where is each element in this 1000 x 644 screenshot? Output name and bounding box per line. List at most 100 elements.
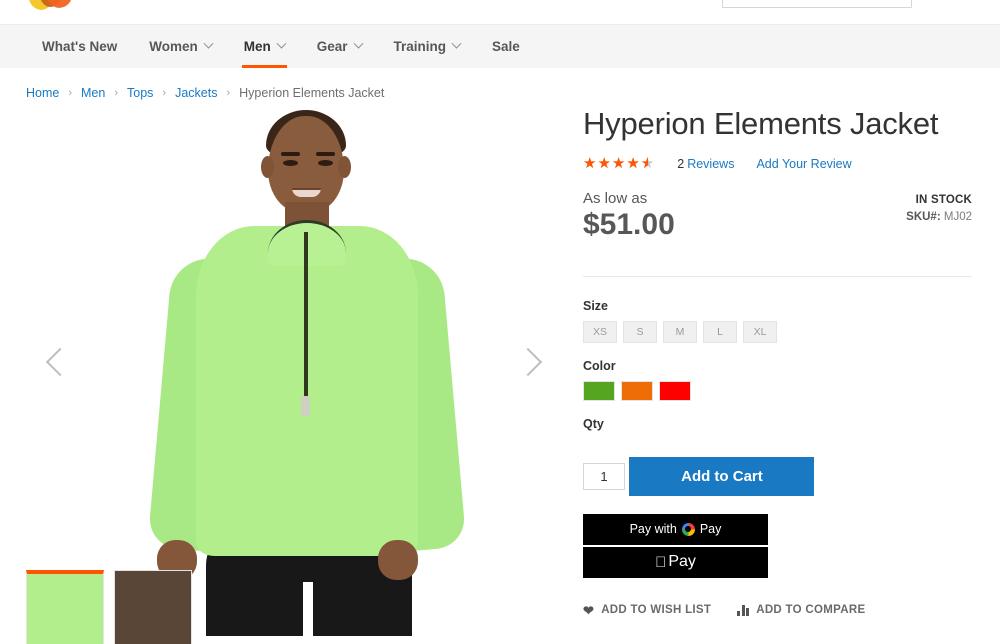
product-image bbox=[0, 108, 563, 636]
compare-label: ADD TO COMPARE bbox=[756, 604, 866, 617]
product-page: Hyperion Elements Jacket ★★★★★ ★★★★★ 2Re… bbox=[0, 102, 1000, 644]
wishlist-label: ADD TO WISH LIST bbox=[601, 604, 712, 617]
thumbnail-image bbox=[115, 571, 191, 644]
breadcrumb: Home › Men › Tops › Jackets › Hyperion E… bbox=[0, 68, 1000, 102]
size-option-xl[interactable]: XL bbox=[743, 320, 777, 343]
thumbnail-image bbox=[27, 574, 103, 644]
nav-label: Sale bbox=[492, 39, 520, 54]
search-input[interactable] bbox=[722, 0, 912, 8]
jacket-zipper-pull bbox=[301, 396, 310, 416]
main-navigation: What's New Women Men Gear Training Sale bbox=[0, 24, 1000, 68]
size-swatches: XS S M L XL bbox=[583, 320, 972, 343]
color-swatches bbox=[583, 380, 972, 401]
gallery-thumbnail-2[interactable] bbox=[114, 570, 192, 644]
sku-label: SKU#: bbox=[906, 210, 941, 223]
model-pants-gap bbox=[303, 582, 313, 636]
nav-item-men[interactable]: Men bbox=[228, 25, 301, 68]
status-badge: IN STOCK bbox=[915, 193, 972, 206]
size-option-l[interactable]: L bbox=[703, 320, 737, 343]
color-option-orange[interactable] bbox=[621, 380, 653, 401]
size-option-xs[interactable]: XS bbox=[583, 320, 617, 343]
chevron-down-icon bbox=[276, 38, 287, 49]
add-to-cart-button[interactable]: Add to Cart bbox=[629, 456, 815, 496]
gpay-suffix: Pay bbox=[699, 522, 722, 537]
model-mouth bbox=[292, 188, 321, 197]
gallery-thumbnail-1[interactable] bbox=[26, 570, 104, 644]
breadcrumb-separator: › bbox=[68, 87, 73, 99]
page-title: Hyperion Elements Jacket bbox=[583, 106, 939, 141]
color-option-red[interactable] bbox=[659, 380, 691, 401]
heart-icon: ❤ bbox=[583, 602, 595, 618]
apay-label: Pay bbox=[662, 553, 696, 571]
breadcrumb-item-current: Hyperion Elements Jacket bbox=[239, 86, 385, 100]
model-ear-left bbox=[261, 156, 274, 178]
google-pay-button[interactable]: Pay with Pay bbox=[583, 513, 768, 545]
size-label: Size bbox=[583, 298, 609, 313]
chevron-down-icon bbox=[451, 38, 462, 49]
luma-logo[interactable] bbox=[24, 0, 78, 14]
breadcrumb-item-home[interactable]: Home bbox=[26, 86, 59, 100]
site-header bbox=[0, 0, 1000, 24]
quantity-input[interactable] bbox=[583, 462, 625, 490]
color-label: Color bbox=[583, 358, 616, 373]
model-brow-left bbox=[281, 152, 300, 156]
chevron-right-icon bbox=[513, 347, 543, 377]
divider bbox=[583, 275, 972, 277]
breadcrumb-item-jackets[interactable]: Jackets bbox=[175, 86, 217, 100]
gallery-next-button[interactable] bbox=[508, 344, 548, 384]
model-eye-left bbox=[283, 160, 298, 166]
rating-summary: ★★★★★ ★★★★★ 2Reviews Add Your Review bbox=[583, 154, 972, 174]
add-to-wishlist-link[interactable]: ❤ ADD TO WISH LIST bbox=[583, 604, 711, 617]
chevron-down-icon bbox=[203, 38, 214, 49]
apple-pay-button[interactable]:  Pay bbox=[583, 546, 768, 578]
sku-value: MJ02 bbox=[943, 210, 972, 223]
star-rating[interactable]: ★★★★★ ★★★★★ bbox=[583, 156, 655, 171]
nav-item-whats-new[interactable]: What's New bbox=[26, 25, 133, 68]
nav-label: Men bbox=[243, 39, 271, 54]
qty-label: Qty bbox=[583, 416, 604, 431]
sku-row: SKU#: MJ02 bbox=[906, 211, 972, 223]
gpay-label: Pay with bbox=[629, 522, 677, 537]
model-hand-right bbox=[378, 540, 418, 580]
nav-label: Gear bbox=[316, 39, 348, 54]
nav-label: Training bbox=[393, 39, 447, 54]
model-eye-right bbox=[318, 160, 333, 166]
reviews-count: 2 bbox=[677, 156, 685, 171]
nav-label: What's New bbox=[42, 39, 118, 54]
model-brow-right bbox=[316, 152, 335, 156]
size-option-m[interactable]: M bbox=[663, 320, 697, 343]
reviews-label: Reviews bbox=[687, 156, 735, 171]
bar-chart-icon bbox=[737, 604, 750, 616]
add-review-link[interactable]: Add Your Review bbox=[756, 157, 851, 171]
nav-item-sale[interactable]: Sale bbox=[476, 25, 536, 68]
add-to-compare-link[interactable]: ADD TO COMPARE bbox=[737, 604, 865, 616]
nav-item-gear[interactable]: Gear bbox=[301, 25, 378, 68]
chevron-left-icon bbox=[45, 347, 75, 377]
google-logo-icon bbox=[681, 522, 695, 536]
nav-label: Women bbox=[149, 39, 198, 54]
star-rating-filled: ★★★★★ bbox=[583, 156, 648, 172]
product-gallery bbox=[0, 102, 563, 644]
product-info: Hyperion Elements Jacket ★★★★★ ★★★★★ 2Re… bbox=[563, 102, 1000, 642]
breadcrumb-item-tops[interactable]: Tops bbox=[127, 86, 153, 100]
breadcrumb-separator: › bbox=[226, 87, 231, 99]
nav-item-women[interactable]: Women bbox=[133, 25, 228, 68]
availability-block: IN STOCK SKU#: MJ02 bbox=[906, 194, 972, 223]
model-ear-right bbox=[338, 156, 351, 178]
color-option-green[interactable] bbox=[583, 380, 615, 401]
breadcrumb-separator: › bbox=[114, 87, 119, 99]
reviews-link[interactable]: 2 Reviews bbox=[677, 157, 734, 171]
product-extra-links: ❤ ADD TO WISH LIST ADD TO COMPARE bbox=[583, 604, 972, 617]
breadcrumb-separator: › bbox=[162, 87, 167, 99]
gallery-stage[interactable] bbox=[0, 108, 563, 636]
price-block: As low as $51.00 IN STOCK SKU#: MJ02 bbox=[583, 190, 972, 252]
breadcrumb-item-men[interactable]: Men bbox=[81, 86, 105, 100]
size-option-s[interactable]: S bbox=[623, 320, 657, 343]
jacket-zipper bbox=[304, 232, 308, 408]
gallery-prev-button[interactable] bbox=[40, 344, 80, 384]
gallery-thumbnails bbox=[26, 570, 192, 644]
model-head bbox=[268, 116, 344, 213]
chevron-down-icon bbox=[353, 38, 363, 49]
nav-item-training[interactable]: Training bbox=[378, 25, 477, 68]
apple-logo-icon:  bbox=[655, 555, 666, 570]
